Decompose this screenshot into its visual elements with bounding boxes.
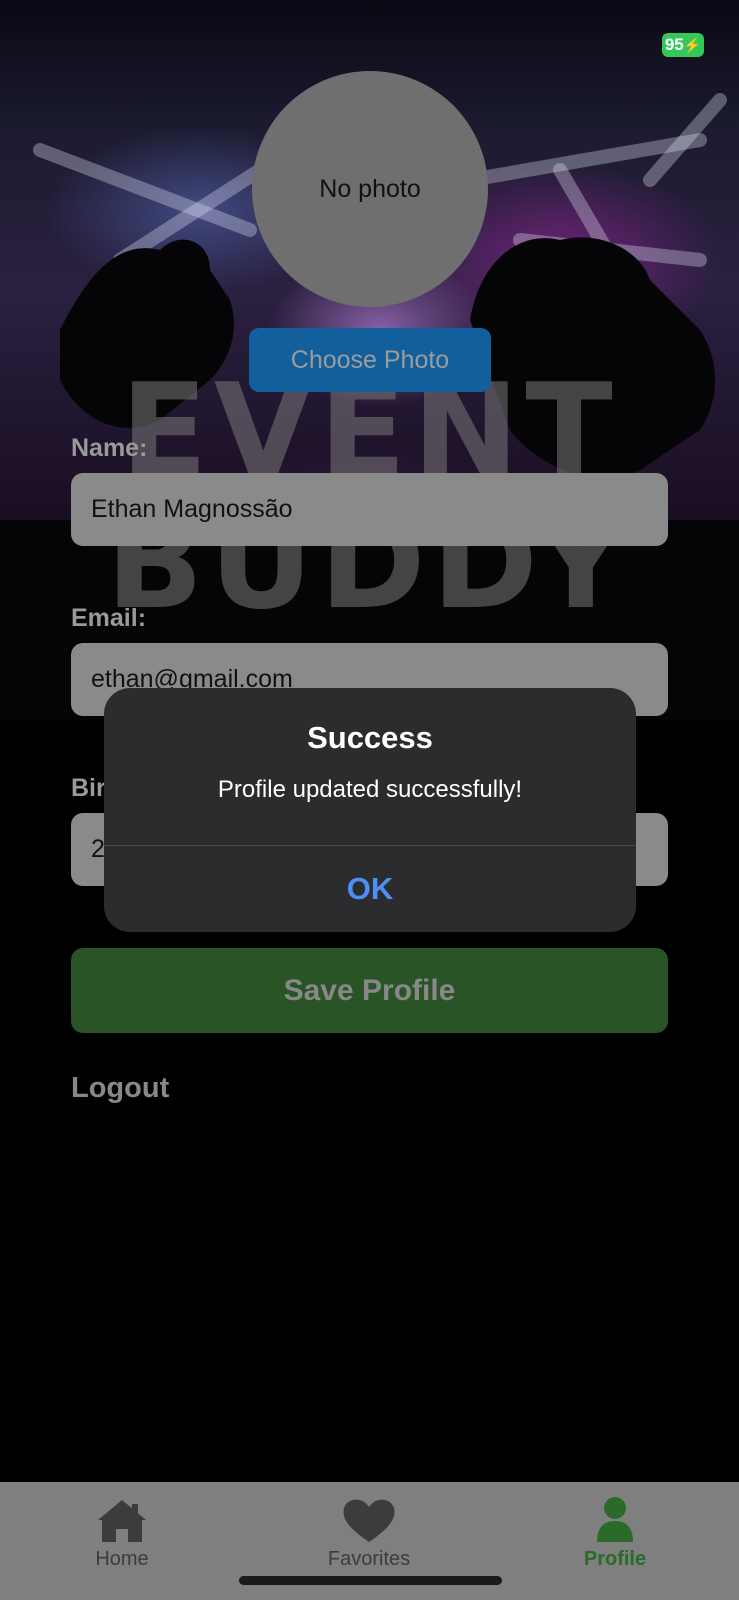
alert-ok-button[interactable]: OK xyxy=(104,846,636,932)
battery-indicator: 95⚡ xyxy=(662,33,704,57)
success-alert-dialog: Success Profile updated successfully! OK xyxy=(104,688,636,932)
tab-home[interactable]: Home xyxy=(32,1482,212,1582)
alert-message: Profile updated successfully! xyxy=(217,776,523,803)
heart-icon xyxy=(343,1499,395,1542)
home-indicator[interactable] xyxy=(239,1576,502,1585)
tab-home-label: Home xyxy=(95,1548,149,1570)
save-profile-button[interactable]: Save Profile xyxy=(71,948,668,1033)
alert-title: Success xyxy=(307,720,433,755)
tab-favorites[interactable]: Favorites xyxy=(279,1482,459,1582)
profile-avatar[interactable]: No photo xyxy=(252,71,488,307)
tab-profile[interactable]: Profile xyxy=(525,1482,705,1582)
person-icon xyxy=(597,1497,633,1542)
email-label: Email: xyxy=(71,604,147,632)
birth-date-label: Bir xyxy=(71,774,106,802)
logout-button[interactable]: Logout xyxy=(71,1072,169,1105)
name-label: Name: xyxy=(71,434,148,462)
charging-bolt-icon: ⚡ xyxy=(683,37,702,53)
tab-profile-label: Profile xyxy=(583,1548,647,1570)
avatar-placeholder-text: No photo xyxy=(319,174,421,203)
tab-favorites-label: Favorites xyxy=(327,1548,411,1570)
house-icon xyxy=(98,1500,146,1542)
battery-level: 95 xyxy=(664,35,684,54)
name-field[interactable]: Ethan Magnossão xyxy=(71,473,668,546)
choose-photo-button[interactable]: Choose Photo xyxy=(249,328,491,392)
profile-screen: EVENT BUDDY 95⚡ No photo Choose Photo Na… xyxy=(0,0,739,1600)
